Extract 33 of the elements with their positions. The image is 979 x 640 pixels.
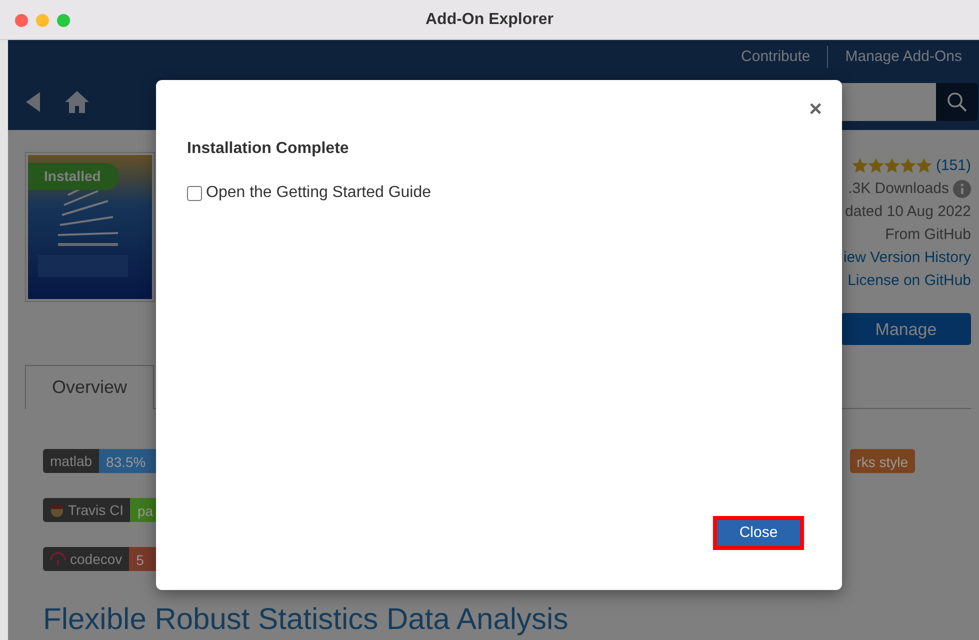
star-icon: [916, 158, 932, 173]
tab[interactable]: Overview: [25, 365, 154, 409]
checkbox[interactable]: [187, 186, 202, 200]
page-heading: Flexible Robust Statistics Data Analysis: [43, 602, 570, 638]
source-text: From GitHub: [885, 225, 971, 245]
close-window-button[interactable]: [15, 14, 28, 27]
dialog-title: Installation Complete: [187, 139, 350, 159]
checkbox-label[interactable]: Open the Getting Started Guide: [206, 181, 432, 205]
header-link[interactable]: Contribute: [724, 46, 828, 68]
info-icon[interactable]: [953, 180, 971, 198]
manage-button[interactable]: Manage: [841, 313, 971, 345]
home-icon[interactable]: [64, 90, 90, 114]
downloads-text: .3K Downloads: [848, 179, 949, 199]
status-badge: rks style: [850, 449, 915, 473]
close-button[interactable]: ×: [807, 98, 824, 120]
rating-count-link[interactable]: (151): [936, 154, 971, 177]
search-icon: [947, 92, 967, 112]
close-dialog-button[interactable]: Close: [713, 516, 804, 550]
link[interactable]: License on GitHub: [848, 269, 971, 292]
link[interactable]: iew Version History: [843, 246, 971, 269]
search-button[interactable]: [936, 83, 978, 121]
star-icon: [900, 158, 916, 173]
umbrella-icon: [50, 552, 66, 566]
updated-date: dated 10 Aug 2022: [845, 202, 971, 222]
star-icon: [868, 158, 884, 173]
zoom-window-button[interactable]: [57, 14, 70, 27]
window-title: Add-On Explorer: [425, 10, 554, 30]
mascot-icon: [50, 503, 64, 517]
back-icon[interactable]: [26, 92, 40, 112]
header-link[interactable]: Manage Add-Ons: [828, 46, 979, 68]
star-icon: [852, 158, 868, 173]
star-icon: [884, 158, 900, 173]
installed-ribbon: Installed: [28, 163, 119, 190]
